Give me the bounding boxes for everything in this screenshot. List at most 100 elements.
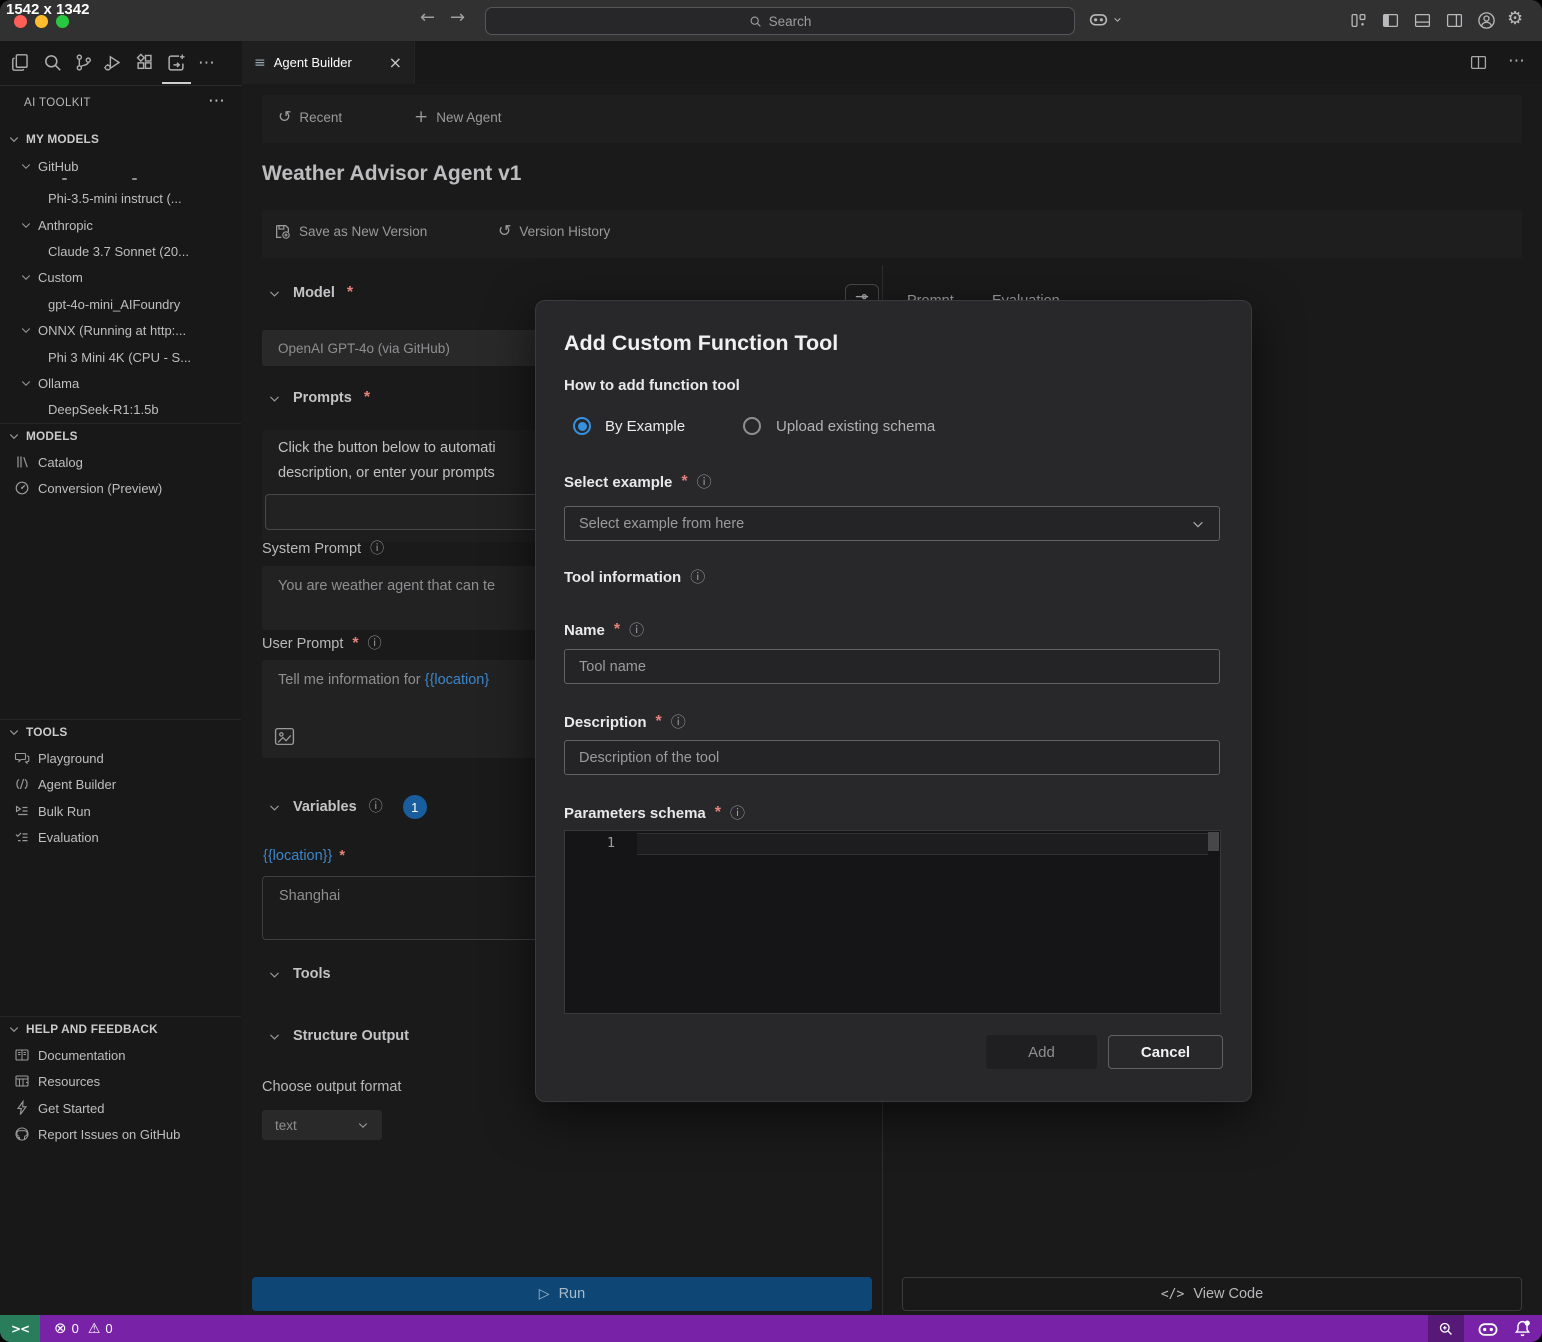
- zoom-status-button[interactable]: [1428, 1315, 1464, 1342]
- run-button[interactable]: ▷ Run: [252, 1277, 872, 1311]
- info-icon[interactable]: ⓘ: [368, 637, 382, 651]
- info-icon[interactable]: ⓘ: [629, 623, 644, 638]
- screenshot-size-label: 1542 x 1342: [6, 1, 89, 18]
- sidebar-item-gpt4o-mini[interactable]: gpt-4o-mini_AIFoundry: [48, 293, 180, 315]
- sidebar: ⋯ AI TOOLKIT ⋯ MY MODELS GitHub Phi-3.5-…: [0, 41, 243, 1315]
- sidebar-item-github[interactable]: GitHub: [20, 155, 78, 177]
- sidebar-item-agent-builder[interactable]: Agent Builder: [14, 773, 116, 795]
- sidebar-item-phi35-mini[interactable]: Phi-3.5-mini instruct (...: [48, 187, 182, 209]
- sidebar-more-actions-icon[interactable]: ⋯: [208, 93, 225, 110]
- output-format-dropdown[interactable]: text: [262, 1110, 382, 1140]
- sidebar-item-help-section[interactable]: HELP AND FEEDBACK: [8, 1018, 158, 1040]
- editor-more-actions-icon[interactable]: ⋯: [1508, 53, 1525, 70]
- select-example-label-row: Select example * ⓘ: [564, 473, 712, 491]
- prompts-section-header[interactable]: Prompts *: [268, 389, 370, 407]
- copilot-status-icon[interactable]: [1477, 1318, 1499, 1340]
- tools-section-header[interactable]: Tools: [268, 966, 331, 982]
- cancel-button[interactable]: Cancel: [1108, 1035, 1223, 1069]
- sidebar-item-bulk-run[interactable]: Bulk Run: [14, 800, 91, 822]
- editor-scrollbar-thumb[interactable]: [1208, 832, 1219, 851]
- info-icon[interactable]: ⓘ: [730, 806, 745, 821]
- sidebar-item-anthropic[interactable]: Anthropic: [20, 214, 93, 236]
- sidebar-item-tools-section[interactable]: TOOLS: [8, 721, 67, 743]
- parameters-schema-editor[interactable]: 1: [564, 830, 1221, 1014]
- customize-layout-icon[interactable]: [1350, 12, 1367, 29]
- nav-forward-icon[interactable]: →: [450, 9, 465, 27]
- attach-image-icon[interactable]: [274, 726, 295, 747]
- sidebar-item-catalog[interactable]: Catalog: [14, 451, 83, 473]
- source-control-icon[interactable]: [74, 53, 93, 72]
- sidebar-item-playground[interactable]: Playground: [14, 747, 104, 769]
- explorer-icon[interactable]: [11, 53, 30, 72]
- sidebar-item-report-issues[interactable]: Report Issues on GitHub: [14, 1123, 180, 1145]
- tool-name-input[interactable]: [564, 649, 1220, 684]
- sidebar-item-onnx[interactable]: ONNX (Running at http:...: [20, 319, 186, 341]
- warning-count: 0: [105, 1321, 112, 1336]
- sidebar-item-claude-37[interactable]: Claude 3.7 Sonnet (20...: [48, 240, 189, 262]
- sidebar-item-resources[interactable]: Resources: [14, 1070, 100, 1092]
- version-history-button[interactable]: ↺ Version History: [498, 223, 610, 239]
- sidebar-item-evaluation[interactable]: Evaluation: [14, 826, 99, 848]
- info-icon[interactable]: ⓘ: [370, 542, 384, 556]
- prompts-hint-line2: description, or enter your prompts: [278, 465, 495, 481]
- problems-indicator[interactable]: ⊗ 0 ⚠ 0: [54, 1315, 113, 1342]
- statusbar: >< ⊗ 0 ⚠ 0: [0, 1315, 1542, 1342]
- user-prompt-label-row: User Prompt * ⓘ: [262, 635, 382, 653]
- sidebar-item-custom[interactable]: Custom: [20, 266, 83, 288]
- tab-agent-builder[interactable]: ≡ Agent Builder ×: [242, 41, 415, 84]
- sidebar-item-get-started[interactable]: Get Started: [14, 1097, 104, 1119]
- resources-icon: [14, 1073, 30, 1089]
- structure-output-section-header[interactable]: Structure Output: [268, 1028, 409, 1044]
- save-as-new-version-button[interactable]: Save as New Version: [274, 223, 427, 240]
- tab-close-icon[interactable]: ×: [389, 55, 402, 71]
- activity-more-icon[interactable]: ⋯: [198, 55, 215, 72]
- sidebar-item-conversion[interactable]: Conversion (Preview): [14, 477, 162, 499]
- settings-gear-icon[interactable]: ⚙: [1507, 10, 1523, 28]
- zoom-in-icon: [1438, 1321, 1454, 1337]
- toggle-primary-sidebar-icon[interactable]: [1382, 12, 1399, 29]
- radio-by-example[interactable]: By Example: [573, 417, 685, 435]
- notifications-bell-icon[interactable]: [1513, 1319, 1532, 1338]
- sidebar-item-deepseek[interactable]: DeepSeek-R1:1.5b: [48, 398, 159, 420]
- ai-toolkit-icon[interactable]: [166, 53, 186, 73]
- info-icon[interactable]: ⓘ: [690, 570, 705, 585]
- remote-indicator[interactable]: ><: [0, 1315, 40, 1342]
- editor-line-number: 1: [595, 835, 615, 851]
- account-icon[interactable]: [1477, 11, 1496, 30]
- select-example-dropdown[interactable]: Select example from here: [564, 506, 1220, 541]
- copilot-menu-button[interactable]: [1088, 9, 1122, 30]
- search-activity-icon[interactable]: [43, 53, 62, 72]
- radio-upload-schema[interactable]: Upload existing schema: [743, 417, 935, 435]
- sidebar-item-ollama[interactable]: Ollama: [20, 372, 79, 394]
- chevron-down-icon: [268, 801, 281, 814]
- prompts-hint-line1: Click the button below to automati: [278, 440, 496, 456]
- sidebar-item-documentation[interactable]: Documentation: [14, 1044, 125, 1066]
- toggle-secondary-sidebar-icon[interactable]: [1446, 12, 1463, 29]
- extensions-icon[interactable]: [136, 53, 155, 72]
- sidebar-item-phi3-mini-4k[interactable]: Phi 3 Mini 4K (CPU - S...: [48, 346, 191, 368]
- split-editor-icon[interactable]: [1470, 54, 1487, 71]
- view-code-button[interactable]: </> View Code: [902, 1277, 1522, 1311]
- info-icon[interactable]: ⓘ: [369, 800, 383, 814]
- info-icon[interactable]: ⓘ: [671, 715, 686, 730]
- sidebar-item-models-section[interactable]: MODELS: [8, 425, 78, 447]
- new-agent-button[interactable]: + New Agent: [414, 109, 502, 126]
- variables-section-header[interactable]: Variables ⓘ 1: [268, 795, 427, 819]
- playground-icon: [14, 750, 30, 766]
- model-section-header[interactable]: Model *: [268, 284, 353, 302]
- nav-back-icon[interactable]: ←: [420, 9, 435, 27]
- add-button[interactable]: Add: [986, 1035, 1097, 1069]
- tool-description-input[interactable]: [564, 740, 1220, 775]
- command-search-box[interactable]: Search: [485, 7, 1075, 35]
- recent-button[interactable]: ↺ Recent: [278, 109, 342, 125]
- radio-selected-icon: [573, 417, 591, 435]
- sidebar-item-my-models[interactable]: MY MODELS: [8, 128, 99, 150]
- chevron-down-icon: [268, 968, 281, 981]
- info-icon[interactable]: ⓘ: [697, 475, 712, 490]
- play-icon: ▷: [539, 1287, 550, 1301]
- chevron-down-icon: [8, 133, 20, 145]
- toggle-panel-icon[interactable]: [1414, 12, 1431, 29]
- sidebar-divider: [0, 423, 241, 424]
- description-label-row: Description * ⓘ: [564, 713, 686, 731]
- run-debug-icon[interactable]: [103, 53, 122, 72]
